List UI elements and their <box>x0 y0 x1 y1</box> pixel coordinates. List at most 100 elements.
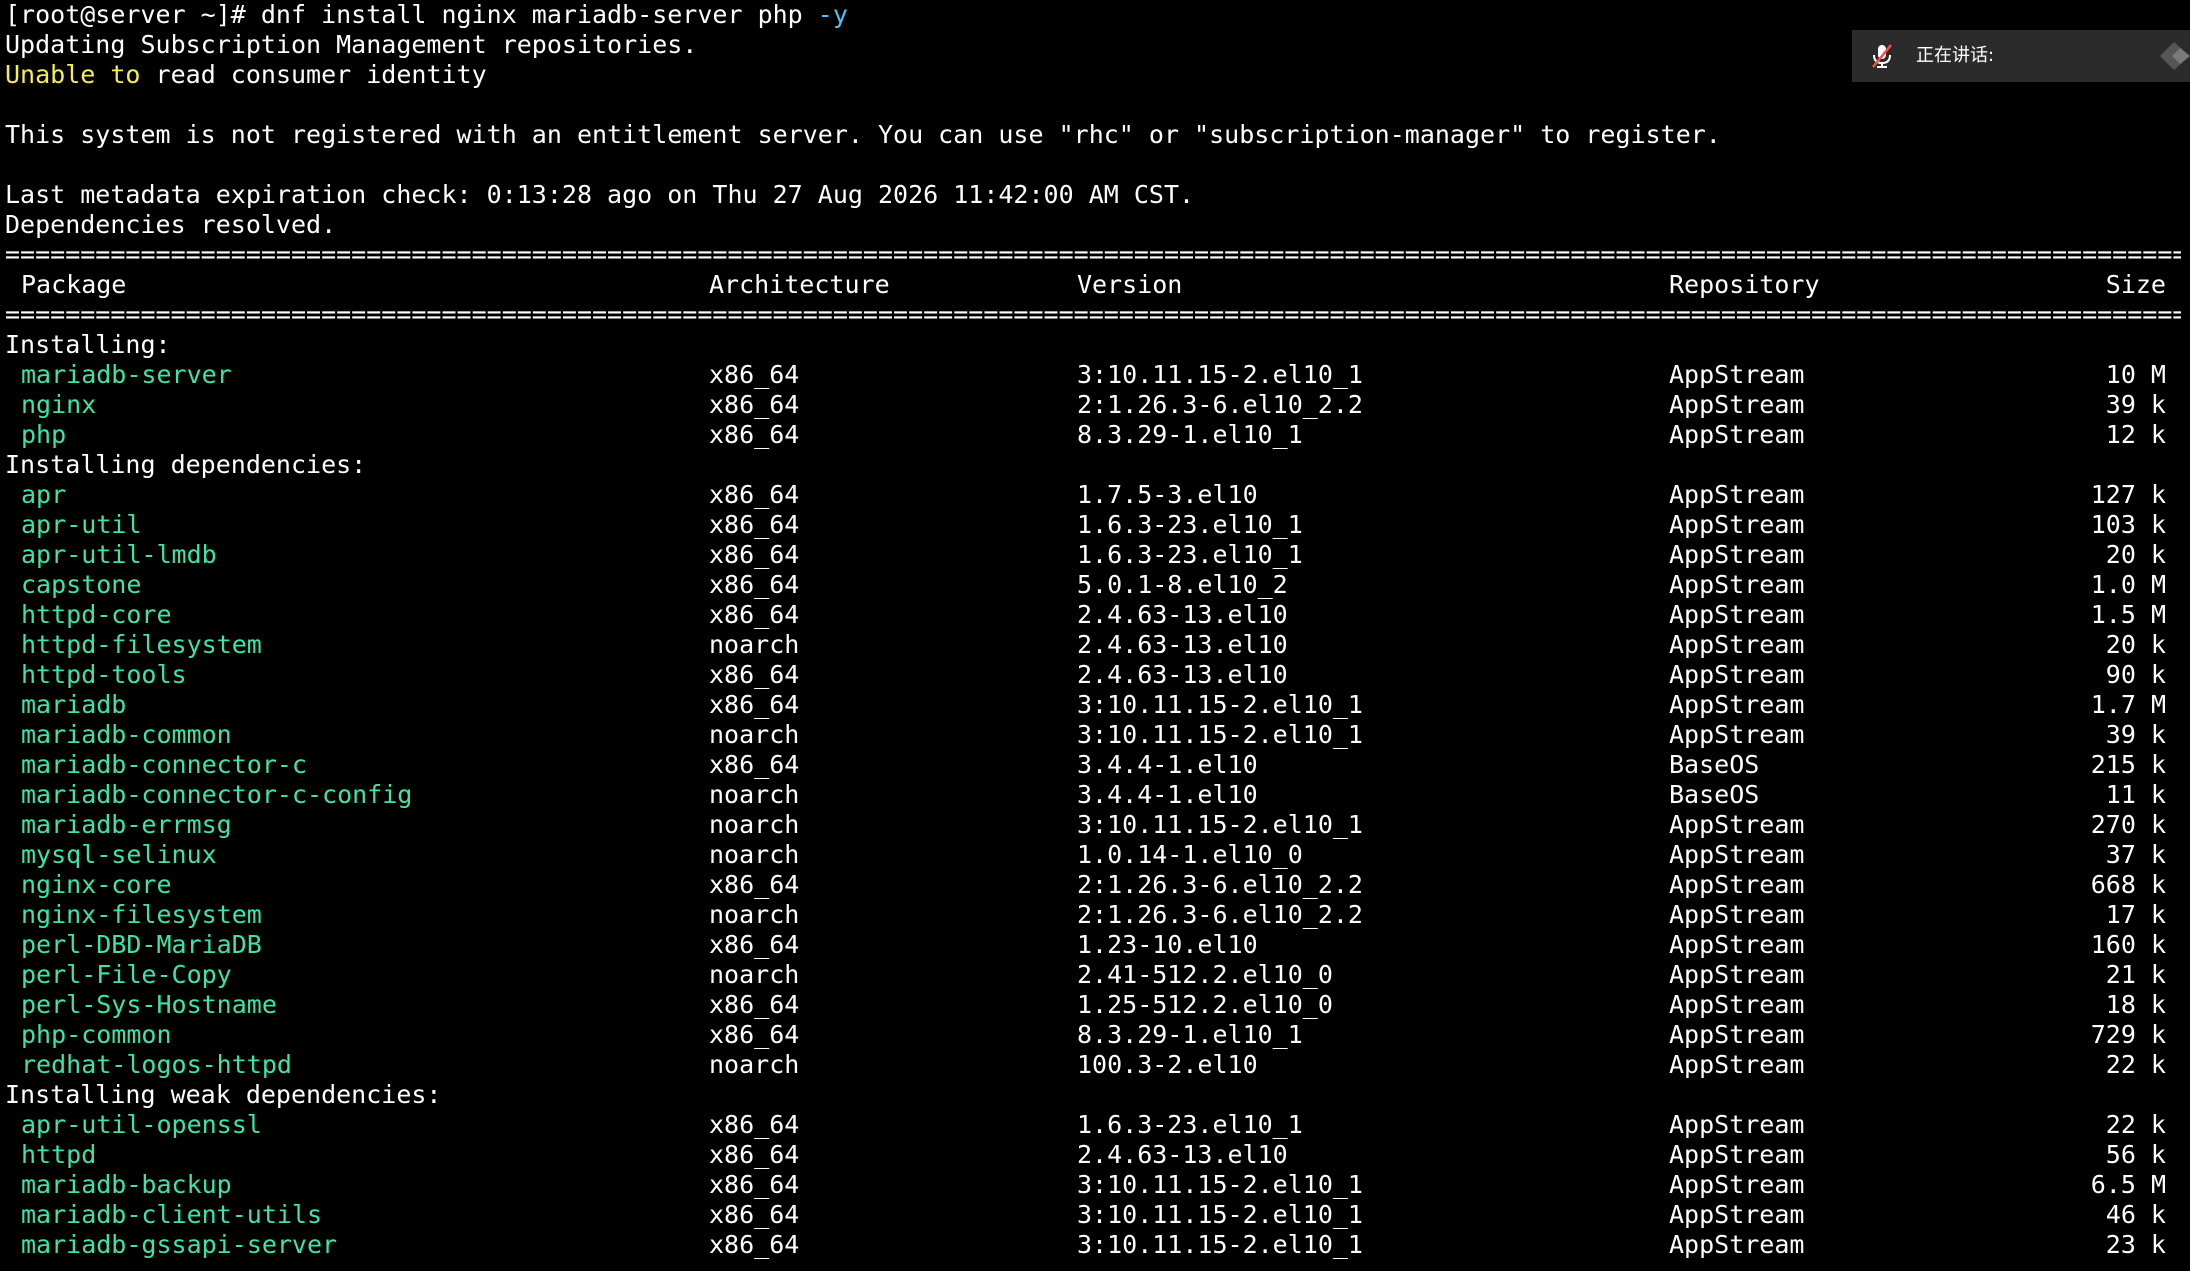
package-arch: noarch <box>709 840 800 869</box>
package-name: mariadb-common <box>21 720 232 749</box>
package-size: 39 k <box>2105 390 2166 419</box>
package-arch: noarch <box>709 810 800 839</box>
package-arch: x86_64 <box>709 930 800 959</box>
table-row: httpd-core x86_64 2.4.63-13.el10 AppStream 1… <box>0 600 2190 630</box>
package-name: perl-File-Copy <box>21 960 232 989</box>
package-name: mariadb-connector-c <box>21 750 307 779</box>
table-row: nginx-filesystem noarch 2:1.26.3-6.el10_2.… <box>0 900 2190 930</box>
package-size: 22 k <box>2105 1050 2166 1079</box>
table-row: httpd-tools x86_64 2.4.63-13.el10 AppStream… <box>0 660 2190 690</box>
package-version: 3:10.11.15-2.el10_1 <box>1077 810 1363 839</box>
package-version: 5.0.1-8.el10_2 <box>1077 570 1288 599</box>
package-version: 3:10.11.15-2.el10_1 <box>1077 720 1363 749</box>
header-size: Size <box>2105 270 2166 299</box>
table-header-row: Package Architecture Version Repository … <box>0 270 2190 300</box>
package-arch: noarch <box>709 720 800 749</box>
package-version: 2:1.26.3-6.el10_2.2 <box>1077 390 1363 419</box>
output-updating: Updating Subscription Management reposit… <box>5 30 698 59</box>
warning-rest: read consumer identity <box>140 60 487 89</box>
drag-handle-icon[interactable] <box>2156 38 2190 74</box>
package-name: mariadb-errmsg <box>21 810 232 839</box>
table-row: nginx-core x86_64 2:1.26.3-6.el10_2.2 AppSt… <box>0 870 2190 900</box>
package-name: apr-util <box>21 510 142 539</box>
table-row: mariadb-server x86_64 3:10.11.15-2.el10_1 A… <box>0 360 2190 390</box>
table-row: mariadb-errmsg noarch 3:10.11.15-2.el10_1 A… <box>0 810 2190 840</box>
table-row: apr-util x86_64 1.6.3-23.el10_1 AppStream 10… <box>0 510 2190 540</box>
muted-microphone-icon[interactable] <box>1868 42 1896 70</box>
package-arch: x86_64 <box>709 570 800 599</box>
package-version: 3:10.11.15-2.el10_1 <box>1077 1230 1363 1259</box>
package-version: 3.4.4-1.el10 <box>1077 750 1258 779</box>
package-version: 2.4.63-13.el10 <box>1077 600 1288 629</box>
warning-unable-word: Unable <box>5 60 96 89</box>
package-repository: AppStream <box>1669 900 1805 929</box>
package-version: 2:1.26.3-6.el10_2.2 <box>1077 900 1363 929</box>
package-arch: x86_64 <box>709 1200 800 1229</box>
package-repository: AppStream <box>1669 990 1805 1019</box>
package-name: mysql-selinux <box>21 840 217 869</box>
package-arch: x86_64 <box>709 480 800 509</box>
package-arch: noarch <box>709 630 800 659</box>
package-arch: x86_64 <box>709 1230 800 1259</box>
header-package: Package <box>21 270 127 299</box>
package-arch: x86_64 <box>709 510 800 539</box>
package-version: 1.6.3-23.el10_1 <box>1077 540 1303 569</box>
package-repository: AppStream <box>1669 720 1805 749</box>
package-name: httpd-tools <box>21 660 187 689</box>
package-version: 3:10.11.15-2.el10_1 <box>1077 1200 1363 1229</box>
package-arch: x86_64 <box>709 750 800 779</box>
package-repository: AppStream <box>1669 600 1805 629</box>
package-size: 46 k <box>2105 1200 2166 1229</box>
command-line: [root@server ~]# dnf install nginx maria… <box>5 0 848 30</box>
shell-prompt: [root@server ~]# <box>5 0 261 29</box>
package-name: httpd-core <box>21 600 172 629</box>
package-size: 17 k <box>2105 900 2166 929</box>
package-version: 2.4.63-13.el10 <box>1077 1140 1288 1169</box>
package-version: 2.41-512.2.el10_0 <box>1077 960 1333 989</box>
package-repository: AppStream <box>1669 360 1805 389</box>
package-repository: AppStream <box>1669 930 1805 959</box>
package-version: 3:10.11.15-2.el10_1 <box>1077 1170 1363 1199</box>
table-row: perl-File-Copy noarch 2.41-512.2.el10_0 App… <box>0 960 2190 990</box>
package-repository: BaseOS <box>1669 780 1760 809</box>
package-name: php <box>21 420 67 449</box>
package-arch: noarch <box>709 960 800 989</box>
package-repository: AppStream <box>1669 840 1805 869</box>
package-name: apr-util-lmdb <box>21 540 217 569</box>
package-size: 18 k <box>2105 990 2166 1019</box>
package-repository: AppStream <box>1669 690 1805 719</box>
package-size: 56 k <box>2105 1140 2166 1169</box>
voice-chat-overlay[interactable]: 正在讲话: <box>1852 30 2190 82</box>
package-repository: BaseOS <box>1669 750 1760 779</box>
table-row: mariadb-gssapi-server x86_64 3:10.11.15-2.… <box>0 1230 2190 1260</box>
package-name: apr-util-openssl <box>21 1110 262 1139</box>
package-size: 127 k <box>2090 480 2166 509</box>
output-metadata-check: Last metadata expiration check: 0:13:28 … <box>5 180 1195 209</box>
section-title: Installing weak dependencies: <box>5 1080 442 1109</box>
table-row: mysql-selinux noarch 1.0.14-1.el10_0 AppStr… <box>0 840 2190 870</box>
package-arch: x86_64 <box>709 360 800 389</box>
table-row: php x86_64 8.3.29-1.el10_1 AppStream 12 k <box>0 420 2190 450</box>
package-version: 2.4.63-13.el10 <box>1077 630 1288 659</box>
table-row: perl-DBD-MariaDB x86_64 1.23-10.el10 AppStr… <box>0 930 2190 960</box>
output-not-registered: This system is not registered with an en… <box>5 120 1721 149</box>
package-version: 1.7.5-3.el10 <box>1077 480 1258 509</box>
package-version: 1.23-10.el10 <box>1077 930 1258 959</box>
table-row: httpd-filesystem noarch 2.4.63-13.el10 AppS… <box>0 630 2190 660</box>
package-size: 1.0 M <box>2090 570 2166 599</box>
package-name: php-common <box>21 1020 172 1049</box>
package-arch: x86_64 <box>709 870 800 899</box>
terminal-window[interactable]: [root@server ~]# dnf install nginx maria… <box>0 0 2190 1271</box>
table-row: nginx x86_64 2:1.26.3-6.el10_2.2 AppStream 3… <box>0 390 2190 420</box>
package-version: 1.6.3-23.el10_1 <box>1077 510 1303 539</box>
package-size: 10 M <box>2105 360 2166 389</box>
package-arch: x86_64 <box>709 1140 800 1169</box>
package-arch: noarch <box>709 1050 800 1079</box>
table-row: mariadb-connector-c-config noarch 3.4.4-1.… <box>0 780 2190 810</box>
package-size: 20 k <box>2105 540 2166 569</box>
speaking-label: 正在讲话: <box>1916 45 1995 66</box>
package-size: 215 k <box>2090 750 2166 779</box>
package-repository: AppStream <box>1669 1200 1805 1229</box>
package-repository: AppStream <box>1669 660 1805 689</box>
package-arch: x86_64 <box>709 660 800 689</box>
